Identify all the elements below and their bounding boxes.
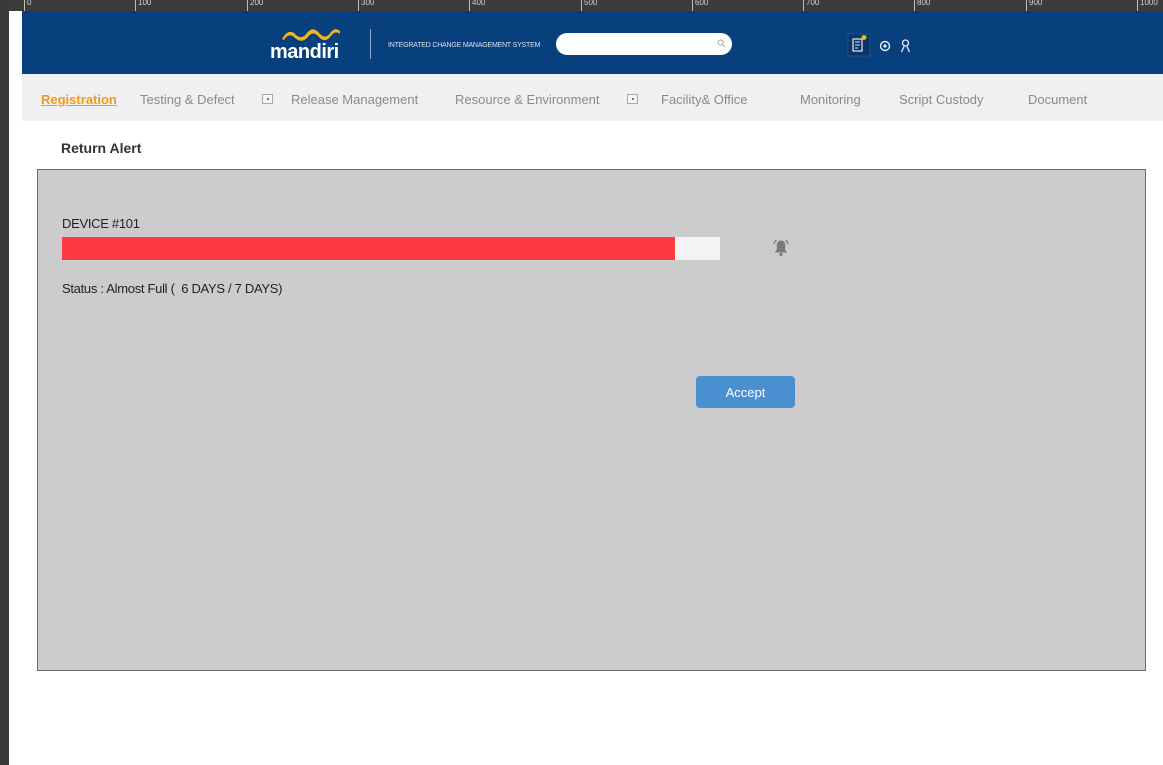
nav-facility-office[interactable]: Facility& Office [661,92,761,107]
settings-icon[interactable] [879,40,891,52]
nav-registration[interactable]: Registration [41,92,122,107]
ruler-tick [247,0,248,11]
search-input[interactable] [556,33,732,55]
logo-divider [370,29,371,59]
system-name: INTEGRATED CHANGE MANAGEMENT SYSTEM [388,42,541,49]
ruler-tick [469,0,470,11]
ruler-tick [692,0,693,11]
ruler-tick-label: 700 [806,0,820,7]
nav-script-custody[interactable]: Script Custody [899,92,995,107]
bell-alert-icon [773,239,789,257]
nav-release-management[interactable]: Release Management [291,92,438,107]
ruler-tick-label: 600 [695,0,709,7]
ruler-tick [1137,0,1138,11]
left-frame [0,0,9,765]
search-icon[interactable] [717,39,726,48]
ruler-tick [24,0,25,11]
status-text: Status : Almost Full ( 6 DAYS / 7 DAYS) [62,281,283,296]
ruler-tick-label: 300 [361,0,375,7]
logo-text: mandiri [270,41,339,63]
page-title: Return Alert [61,140,142,156]
accept-button[interactable]: Accept [696,376,795,408]
nav-resource-dropdown-icon[interactable] [627,94,638,104]
ruler-tick [135,0,136,11]
alert-panel: DEVICE #101 Status : Almost Full ( 6 DAY… [37,169,1146,671]
nav-document[interactable]: Document [1028,92,1098,107]
ruler-tick-label: 400 [472,0,486,7]
ruler: 0 100 200 300 400 500 600 700 800 900 1000 [0,0,1163,11]
user-icon[interactable] [900,39,911,53]
ruler-tick-label: 800 [917,0,931,7]
nav-testing-defect[interactable]: Testing & Defect [140,92,248,107]
ruler-tick [581,0,582,11]
ruler-tick-label: 1000 [1140,0,1158,7]
ruler-tick-label: 500 [584,0,598,7]
ruler-tick-label: 100 [138,0,152,7]
ruler-tick [914,0,915,11]
nav-testing-dropdown-icon[interactable] [262,94,273,104]
capacity-progress-fill [62,237,676,260]
nav-resource-environment[interactable]: Resource & Environment [455,92,624,107]
capacity-progress-bar [62,237,720,260]
ruler-tick [1026,0,1027,11]
ruler-tick-label: 200 [250,0,264,7]
nav-monitoring[interactable]: Monitoring [800,92,870,107]
document-notification-icon[interactable] [847,33,871,57]
ruler-tick-label: 900 [1029,0,1043,7]
device-label: DEVICE #101 [62,216,140,231]
ruler-tick [803,0,804,11]
main-nav: Registration Testing & Defect Release Ma… [22,74,1163,121]
mandiri-logo-icon [282,29,340,41]
ruler-tick [358,0,359,11]
ruler-tick-label: 0 [27,0,32,7]
app-window: 0 100 200 300 400 500 600 700 800 900 1000 mandiri… [0,0,1163,765]
header-bar: mandiri INTEGRATED CHANGE MANAGEMENT SYS… [22,11,1163,74]
